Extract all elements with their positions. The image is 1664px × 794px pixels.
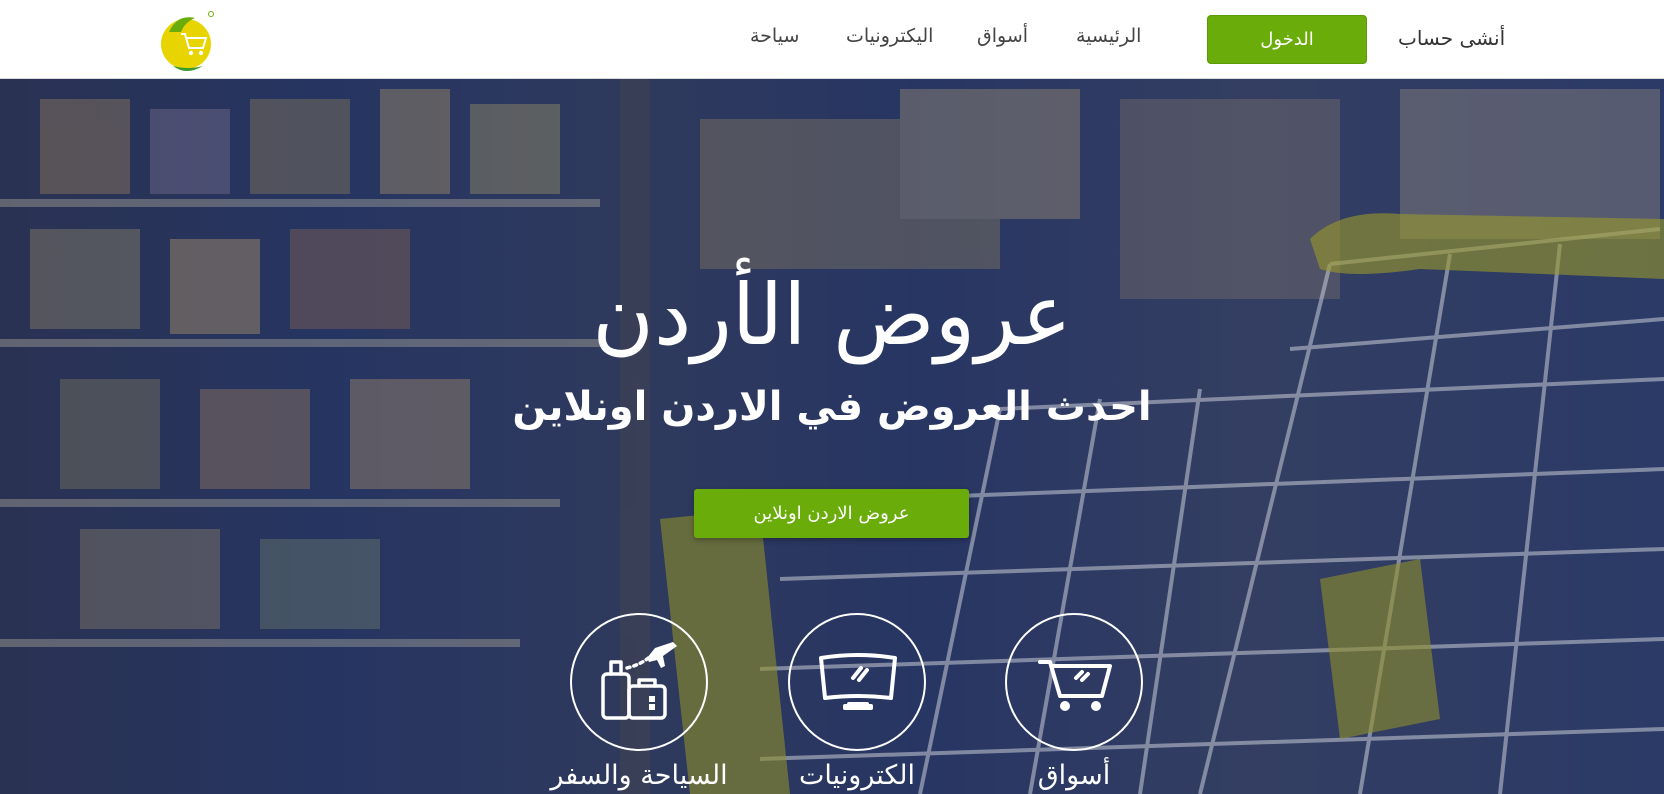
nav-markets[interactable]: أسواق — [977, 25, 1028, 47]
travel-luggage-icon — [601, 642, 677, 720]
site-logo[interactable] — [155, 8, 221, 74]
category-electronics-label: الكترونيات — [798, 760, 916, 791]
nav-electronics[interactable]: اليكترونيات — [846, 25, 933, 47]
category-travel[interactable]: السياحة والسفر — [539, 613, 739, 794]
login-button[interactable]: الدخول — [1207, 15, 1367, 64]
hero-cta-button[interactable]: عروض الاردن اونلاين — [694, 489, 969, 538]
hero-title: عروض الأردن — [592, 266, 1072, 364]
category-electronics[interactable]: الكترونيات — [757, 613, 957, 794]
tv-icon — [819, 653, 897, 710]
category-circle — [788, 613, 926, 751]
top-navbar: الرئيسية أسواق اليكترونيات سياحة الدخول … — [0, 0, 1664, 79]
category-circle — [1005, 613, 1143, 751]
nav-home[interactable]: الرئيسية — [1076, 25, 1141, 47]
hero-section: عروض الأردن احدث العروض في الاردن اونلاي… — [0, 79, 1664, 794]
nav-tourism[interactable]: سياحة — [750, 25, 799, 47]
category-markets-label: أسواق — [1037, 760, 1111, 791]
hero-subtitle: احدث العروض في الاردن اونلاين — [512, 384, 1152, 430]
shopping-cart-icon — [1038, 660, 1112, 711]
signup-link[interactable]: أنشى حساب — [1398, 26, 1505, 50]
category-travel-label: السياحة والسفر — [550, 760, 728, 791]
category-markets[interactable]: أسواق — [974, 613, 1174, 794]
category-circle — [570, 613, 708, 751]
